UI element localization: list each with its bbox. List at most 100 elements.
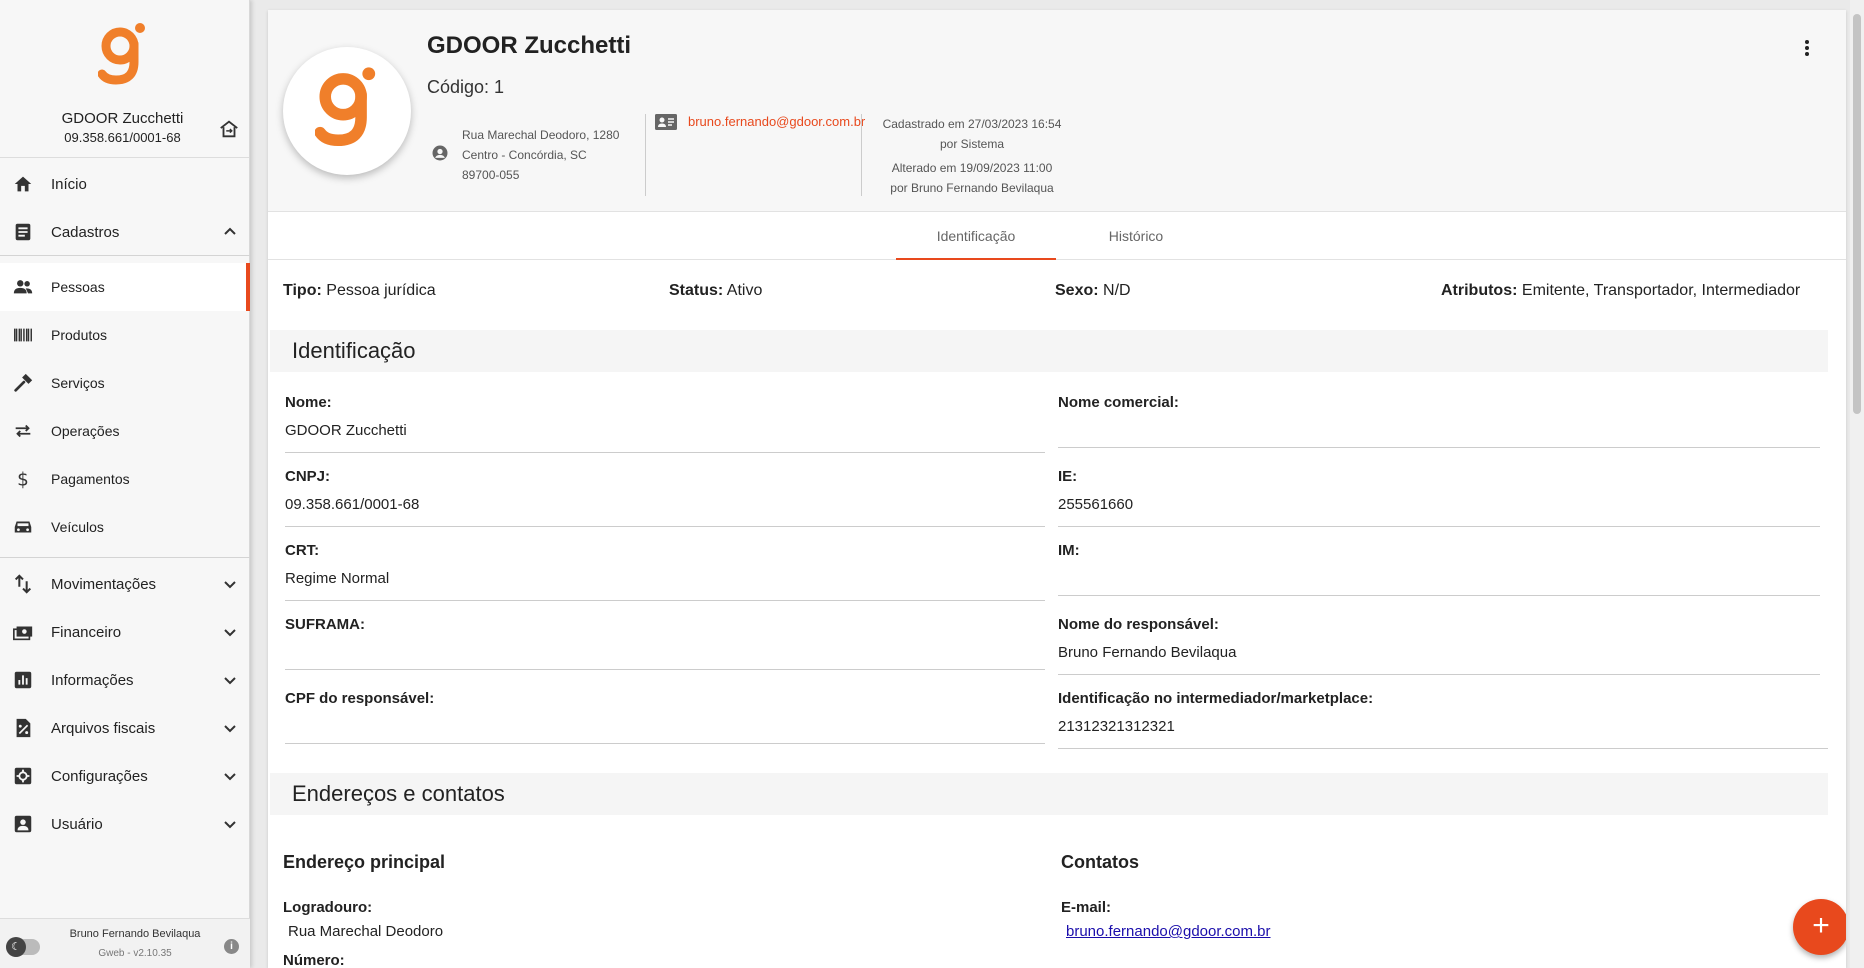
tipo-label: Tipo: [283,282,322,299]
nav-informacoes-label: Informações [51,671,134,689]
nav-inicio[interactable]: Início [0,160,250,208]
add-fab-button[interactable]: + [1793,899,1846,955]
divider [861,114,862,196]
scrollbar[interactable] [1850,0,1864,968]
created-at: Cadastrado em 27/03/2023 16:54 [882,117,1062,131]
field-cnpj: CNPJ: 09.358.661/0001-68 [285,468,1045,527]
person-code: Código: 1 [427,77,505,97]
section-enderecos-title: Endereços e contatos [292,781,505,806]
nav-servicos[interactable]: Serviços [0,359,250,407]
moon-icon: ☾ [6,937,26,957]
nav-usuario[interactable]: Usuário [0,800,250,848]
address-line-1: Rua Marechal Deodoro, 1280 [462,128,620,142]
nav-configuracoes-label: Configurações [51,767,148,785]
field-nome-responsavel: Nome do responsável: Bruno Fernando Bevi… [1058,616,1820,675]
field-ie: IE: 255561660 [1058,468,1820,527]
sexo-value: N/D [1103,282,1131,299]
email-label: E-mail: [1061,899,1112,916]
nav-pessoas[interactable]: Pessoas [0,263,250,311]
sidebar: GDOOR Zucchetti 09.358.661/0001-68 Iníci… [0,0,250,968]
logradouro-label: Logradouro: [283,899,373,916]
header-email-link[interactable]: bruno.fernando@gdoor.com.br [688,114,865,129]
barcode-icon [14,328,32,342]
chevron-down-icon [224,629,236,637]
address-line-2: Centro - Concórdia, SC [462,148,587,162]
nav-cadastros[interactable]: Cadastros [0,208,250,256]
nav-veiculos[interactable]: Veículos [0,503,250,551]
field-marketplace-id: Identificação no intermediador/marketpla… [1058,690,1828,749]
email-link[interactable]: bruno.fernando@gdoor.com.br [1066,923,1271,940]
cash-icon [13,626,33,641]
nav-informacoes[interactable]: Informações [0,656,250,704]
nav-pagamentos[interactable]: $ Pagamentos [0,455,250,503]
endereco-principal-heading: Endereço principal [283,852,446,872]
field-nome: Nome: GDOOR Zucchetti [285,394,1045,453]
person-detail-panel: GDOOR Zucchetti Código: 1 Rua Marechal D… [268,10,1846,968]
account-circle-icon [432,145,448,161]
divider [645,114,646,196]
tipo-value: Pessoa jurídica [326,282,436,299]
field-nome-label: Nome: [285,394,332,411]
field-nome-value: GDOOR Zucchetti [285,422,407,439]
field-nome-responsavel-value: Bruno Fernando Bevilaqua [1058,644,1237,661]
nav-arquivos-fiscais-label: Arquivos fiscais [51,719,156,737]
theme-toggle[interactable]: ☾ [6,937,40,957]
field-crt-value: Regime Normal [285,570,390,587]
nav-movimentacoes[interactable]: Movimentações [0,560,250,608]
nav-produtos-label: Produtos [51,327,108,343]
contact-card-icon [655,114,677,130]
avatar [283,47,411,175]
chevron-down-icon [224,677,236,685]
section-identificacao: Identificação [270,330,1828,372]
import-export-icon [14,574,32,594]
nav-produtos[interactable]: Produtos [0,311,250,359]
gdoor-logo [315,67,376,147]
car-icon [14,521,32,533]
status-label: Status: [669,282,724,299]
field-cnpj-label: CNPJ: [285,468,331,485]
more-vert-icon[interactable] [1801,38,1813,58]
bar-chart-icon [14,671,32,689]
field-nome-responsavel-label: Nome do responsável: [1058,616,1219,633]
section-enderecos: Endereços e contatos [270,773,1828,815]
tab-bar: Identificação Histórico [268,212,1846,260]
chevron-down-icon [224,773,236,781]
field-crt-label: CRT: [285,542,320,559]
field-marketplace-id-value: 21312321312321 [1058,718,1175,735]
header-address: Rua Marechal Deodoro, 1280 Centro - Conc… [462,125,619,185]
audit-info: Cadastrado em 27/03/2023 16:54 por Siste… [872,114,1072,198]
nav-operacoes[interactable]: Operações [0,407,250,455]
divider [0,255,250,256]
field-marketplace-id-label: Identificação no intermediador/marketpla… [1058,690,1374,707]
nav-arquivos-fiscais[interactable]: Arquivos fiscais [0,704,250,752]
scrollbar-thumb[interactable] [1853,14,1861,414]
nav-financeiro[interactable]: Financeiro [0,608,250,656]
people-icon [13,280,33,294]
field-im: IM: [1058,542,1820,596]
switch-company-icon[interactable] [218,118,240,140]
field-nome-comercial-label: Nome comercial: [1058,394,1179,411]
field-ie-value: 255561660 [1058,496,1134,513]
field-nome-comercial: Nome comercial: [1058,394,1820,448]
tab-identificacao[interactable]: Identificação [896,212,1056,260]
nav-operacoes-label: Operações [51,423,120,439]
nav-pessoas-label: Pessoas [51,279,105,295]
summary-tipo: Tipo: Pessoa jurídica [283,282,436,300]
summary-status: Status: Ativo [669,282,762,300]
tab-historico[interactable]: Histórico [1056,212,1216,260]
chevron-down-icon [224,821,236,829]
field-cpf-responsavel-label: CPF do responsável: [285,690,435,707]
section-identificacao-title: Identificação [292,338,416,363]
dollar-icon: $ [17,469,29,490]
info-icon[interactable]: i [224,939,239,954]
gdoor-logo [98,23,145,85]
swap-icon [15,424,31,438]
person-header: GDOOR Zucchetti Código: 1 Rua Marechal D… [268,10,1846,212]
nav-usuario-label: Usuário [51,815,103,833]
list-box-icon [15,223,31,241]
nav-movimentacoes-label: Movimentações [51,575,157,593]
company-name: GDOOR Zucchetti [61,110,184,127]
nav-configuracoes[interactable]: Configurações [0,752,250,800]
chevron-down-icon [224,725,236,733]
field-suframa-label: SUFRAMA: [285,616,365,633]
